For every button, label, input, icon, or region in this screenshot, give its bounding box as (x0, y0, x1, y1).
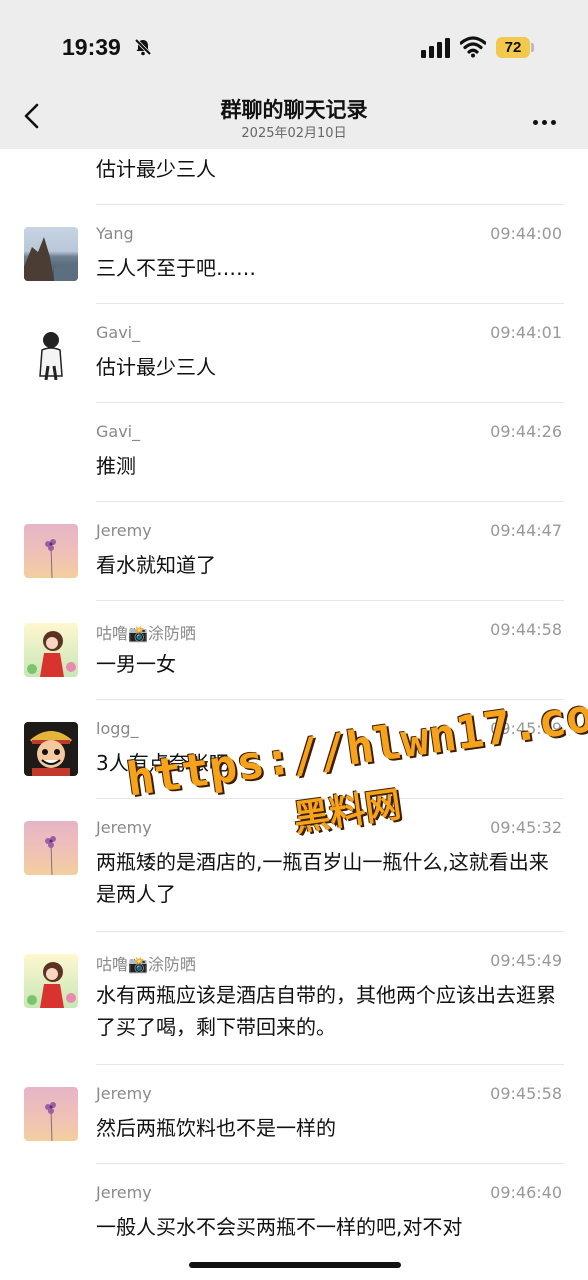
nav-bar: 群聊的聊天记录 2025年02月10日 (0, 92, 588, 149)
avatar-jeremy[interactable] (24, 524, 78, 578)
message-timestamp: 09:45:32 (490, 818, 562, 837)
message-text: 两瓶矮的是酒店的,一瓶百岁山一瓶什么,这就看出来是两人了 (96, 850, 549, 906)
avatar-logg[interactable] (24, 722, 78, 776)
message-timestamp: 09:44:26 (490, 422, 562, 441)
chat-message: Yang 09:44:00 三人不至于吧…… (0, 204, 588, 303)
chat-message: 咕噜📸涂防晒 09:45:49 水有两瓶应该是酒店自带的，其他两个应该出去逛累了… (0, 931, 588, 1064)
sender-name: logg_ (96, 719, 139, 738)
message-text: 估计最少三人 (96, 355, 216, 379)
chat-message: Gavi_ 09:44:26 推测 (0, 402, 588, 501)
cellular-signal-icon (421, 38, 450, 58)
message-timestamp: 09:44:58 (490, 620, 562, 639)
message-timestamp: 09:46:40 (490, 1183, 562, 1202)
message-text: 一般人买水不会买两瓶不一样的吧,对不对 (96, 1215, 463, 1239)
message-timestamp: 09:44:01 (490, 323, 562, 342)
avatar-yang[interactable] (24, 227, 78, 281)
chat-message: 咕噜📸涂防晒 09:44:58 一男一女 (0, 600, 588, 699)
page-subtitle-date: 2025年02月10日 (241, 126, 347, 141)
avatar-gulu[interactable] (24, 954, 78, 1008)
message-timestamp: 09:44:47 (490, 521, 562, 540)
status-time: 19:39 (62, 34, 121, 60)
avatar-gulu[interactable] (24, 623, 78, 677)
more-options-icon[interactable] (533, 110, 563, 125)
avatar-jeremy[interactable] (24, 1087, 78, 1141)
avatar-gavi[interactable] (24, 326, 78, 380)
status-bar: 19:39 72 (0, 0, 588, 92)
sender-name: 咕噜📸涂防晒 (96, 624, 196, 643)
chat-message: Jeremy 09:45:32 两瓶矮的是酒店的,一瓶百岁山一瓶什么,这就看出来… (0, 798, 588, 931)
sender-name: Jeremy (96, 818, 152, 837)
chat-message: Gavi_ 09:44:01 估计最少三人 (0, 303, 588, 402)
sender-name: Jeremy (96, 1183, 152, 1202)
sender-name: Jeremy (96, 521, 152, 540)
page-title: 群聊的聊天记录 (220, 98, 368, 122)
message-timestamp: 09:45:49 (490, 951, 562, 970)
message-text: 估计最少三人 (96, 157, 216, 181)
sender-name: Gavi_ (96, 422, 141, 441)
battery-tip (531, 43, 534, 52)
chat-message: Jeremy 09:46:40 一般人买水不会买两瓶不一样的吧,对不对 (0, 1163, 588, 1262)
sender-name: Gavi_ (96, 323, 141, 342)
sender-name: Yang (96, 224, 134, 243)
home-indicator[interactable] (189, 1262, 401, 1268)
message-timestamp: 09:45:58 (490, 1084, 562, 1103)
chat-message: logg_ 09:45:09 3人有点夸张吧 (0, 699, 588, 798)
message-text: 水有两瓶应该是酒店自带的，其他两个应该出去逛累了买了喝，剩下带回来的。 (96, 983, 556, 1039)
chat-message: 估计最少三人 (0, 149, 588, 204)
message-text: 推测 (96, 454, 136, 478)
chat-message: Jeremy 09:45:58 然后两瓶饮料也不是一样的 (0, 1064, 588, 1163)
battery-indicator: 72 (496, 37, 530, 58)
bell-muted-icon (134, 38, 152, 56)
message-text: 看水就知道了 (96, 553, 216, 577)
message-text: 然后两瓶饮料也不是一样的 (96, 1116, 336, 1140)
message-text: 三人不至于吧…… (96, 256, 256, 280)
wifi-icon (460, 36, 486, 58)
message-timestamp: 09:45:09 (490, 719, 562, 738)
message-text: 一男一女 (96, 652, 176, 676)
sender-name: Jeremy (96, 1084, 152, 1103)
message-timestamp: 09:44:00 (490, 224, 562, 243)
avatar-jeremy[interactable] (24, 821, 78, 875)
sender-name: 咕噜📸涂防晒 (96, 955, 196, 974)
chat-message: Jeremy 09:44:47 看水就知道了 (0, 501, 588, 600)
message-text: 3人有点夸张吧 (96, 751, 229, 775)
